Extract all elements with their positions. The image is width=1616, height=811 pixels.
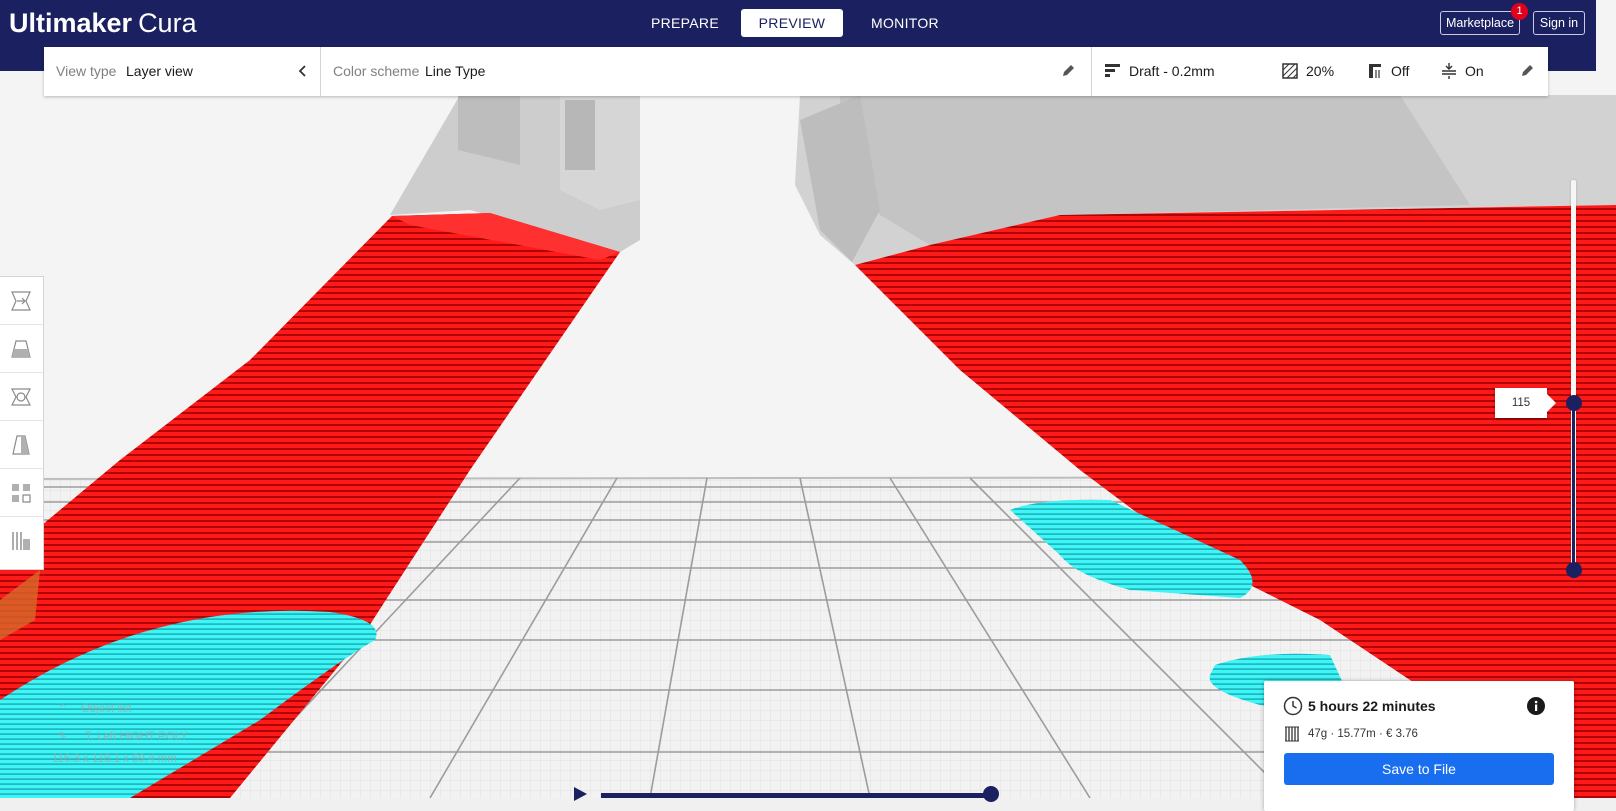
view-type-dropdown[interactable]: Layer view — [126, 63, 193, 79]
app-brand: Ultimaker — [9, 8, 133, 38]
object-list-toggle[interactable]: ⌃ Object list — [58, 701, 131, 715]
layer-view-scene — [0, 0, 1616, 798]
tab-prepare[interactable]: PREPARE — [641, 9, 729, 37]
per-model-settings-tool[interactable] — [0, 469, 43, 517]
mirror-tool[interactable] — [0, 421, 43, 469]
chevron-left-icon[interactable] — [293, 61, 313, 81]
top-header: Ultimaker Cura PREPARE PREVIEW MONITOR Ma… — [0, 0, 1596, 47]
clock-icon — [1283, 696, 1303, 721]
scale-tool[interactable] — [0, 325, 43, 373]
app-product: Cura — [138, 8, 197, 38]
move-icon — [11, 291, 31, 311]
sign-in-button[interactable]: Sign in — [1533, 11, 1585, 35]
left-toolbar — [0, 276, 44, 570]
view-settings-bar: View type Layer view Color scheme Line T… — [44, 47, 1548, 96]
infill-icon — [1280, 61, 1300, 81]
marketplace-badge: 1 — [1511, 3, 1528, 20]
current-layer-input[interactable]: 115 — [1495, 388, 1556, 418]
marketplace-button[interactable]: Marketplace — [1440, 11, 1520, 35]
mirror-icon — [12, 435, 30, 455]
tab-monitor[interactable]: MONITOR — [857, 9, 953, 37]
layer-slider-range — [1572, 403, 1575, 570]
divider — [1091, 47, 1092, 96]
tab-preview[interactable]: PREVIEW — [741, 9, 843, 37]
chevron-up-icon: ⌃ — [58, 703, 68, 715]
info-icon[interactable] — [1526, 696, 1546, 721]
object-dimensions: 116.3 x 118.1 x 59.4 mm — [52, 753, 177, 765]
infill-value[interactable]: 20% — [1306, 63, 1334, 79]
simulation-slider-track[interactable] — [601, 793, 991, 798]
support-icon — [1365, 61, 1385, 81]
object-name-row[interactable]: ✎ T. Left HIGHT POLY — [58, 729, 188, 743]
viewport-3d[interactable] — [0, 0, 1616, 798]
pencil-icon: ✎ — [58, 731, 68, 743]
pencil-icon[interactable] — [1517, 61, 1537, 81]
support-blocker-tool[interactable] — [0, 517, 43, 565]
adhesion-value[interactable]: On — [1465, 63, 1484, 79]
object-list-header: Object list — [80, 703, 132, 715]
simulation-slider-handle[interactable] — [983, 786, 999, 802]
material-estimate: 47g · 15.77m · € 3.76 — [1308, 728, 1418, 740]
rotate-icon — [11, 388, 31, 406]
app-logo: Ultimaker Cura — [9, 6, 197, 40]
pencil-icon[interactable] — [1058, 61, 1078, 81]
per-model-settings-icon — [12, 484, 31, 503]
support-value[interactable]: Off — [1391, 63, 1409, 79]
support-blocker-icon — [12, 532, 30, 550]
print-time-estimate: 5 hours 22 minutes — [1308, 698, 1436, 714]
print-info-panel: 5 hours 22 minutes 47g · 15.77m · € 3.76… — [1264, 681, 1574, 811]
adhesion-icon — [1439, 61, 1459, 81]
play-icon[interactable] — [572, 786, 588, 802]
save-to-file-button[interactable]: Save to File — [1284, 753, 1554, 785]
divider — [320, 47, 321, 96]
rotate-tool[interactable] — [0, 373, 43, 421]
spool-icon — [1284, 725, 1302, 748]
scale-icon — [11, 340, 31, 358]
profile-icon — [1103, 61, 1123, 81]
layer-slider-lower-handle[interactable] — [1566, 562, 1582, 578]
move-tool[interactable] — [0, 277, 43, 325]
color-scheme-label: Color scheme — [333, 63, 420, 79]
layer-slider-upper-handle[interactable] — [1566, 395, 1582, 411]
view-type-label: View type — [56, 63, 117, 79]
object-file-name: T. Left HIGHT POLY — [84, 731, 188, 743]
print-profile[interactable]: Draft - 0.2mm — [1129, 63, 1215, 79]
color-scheme-dropdown[interactable]: Line Type — [425, 63, 485, 79]
